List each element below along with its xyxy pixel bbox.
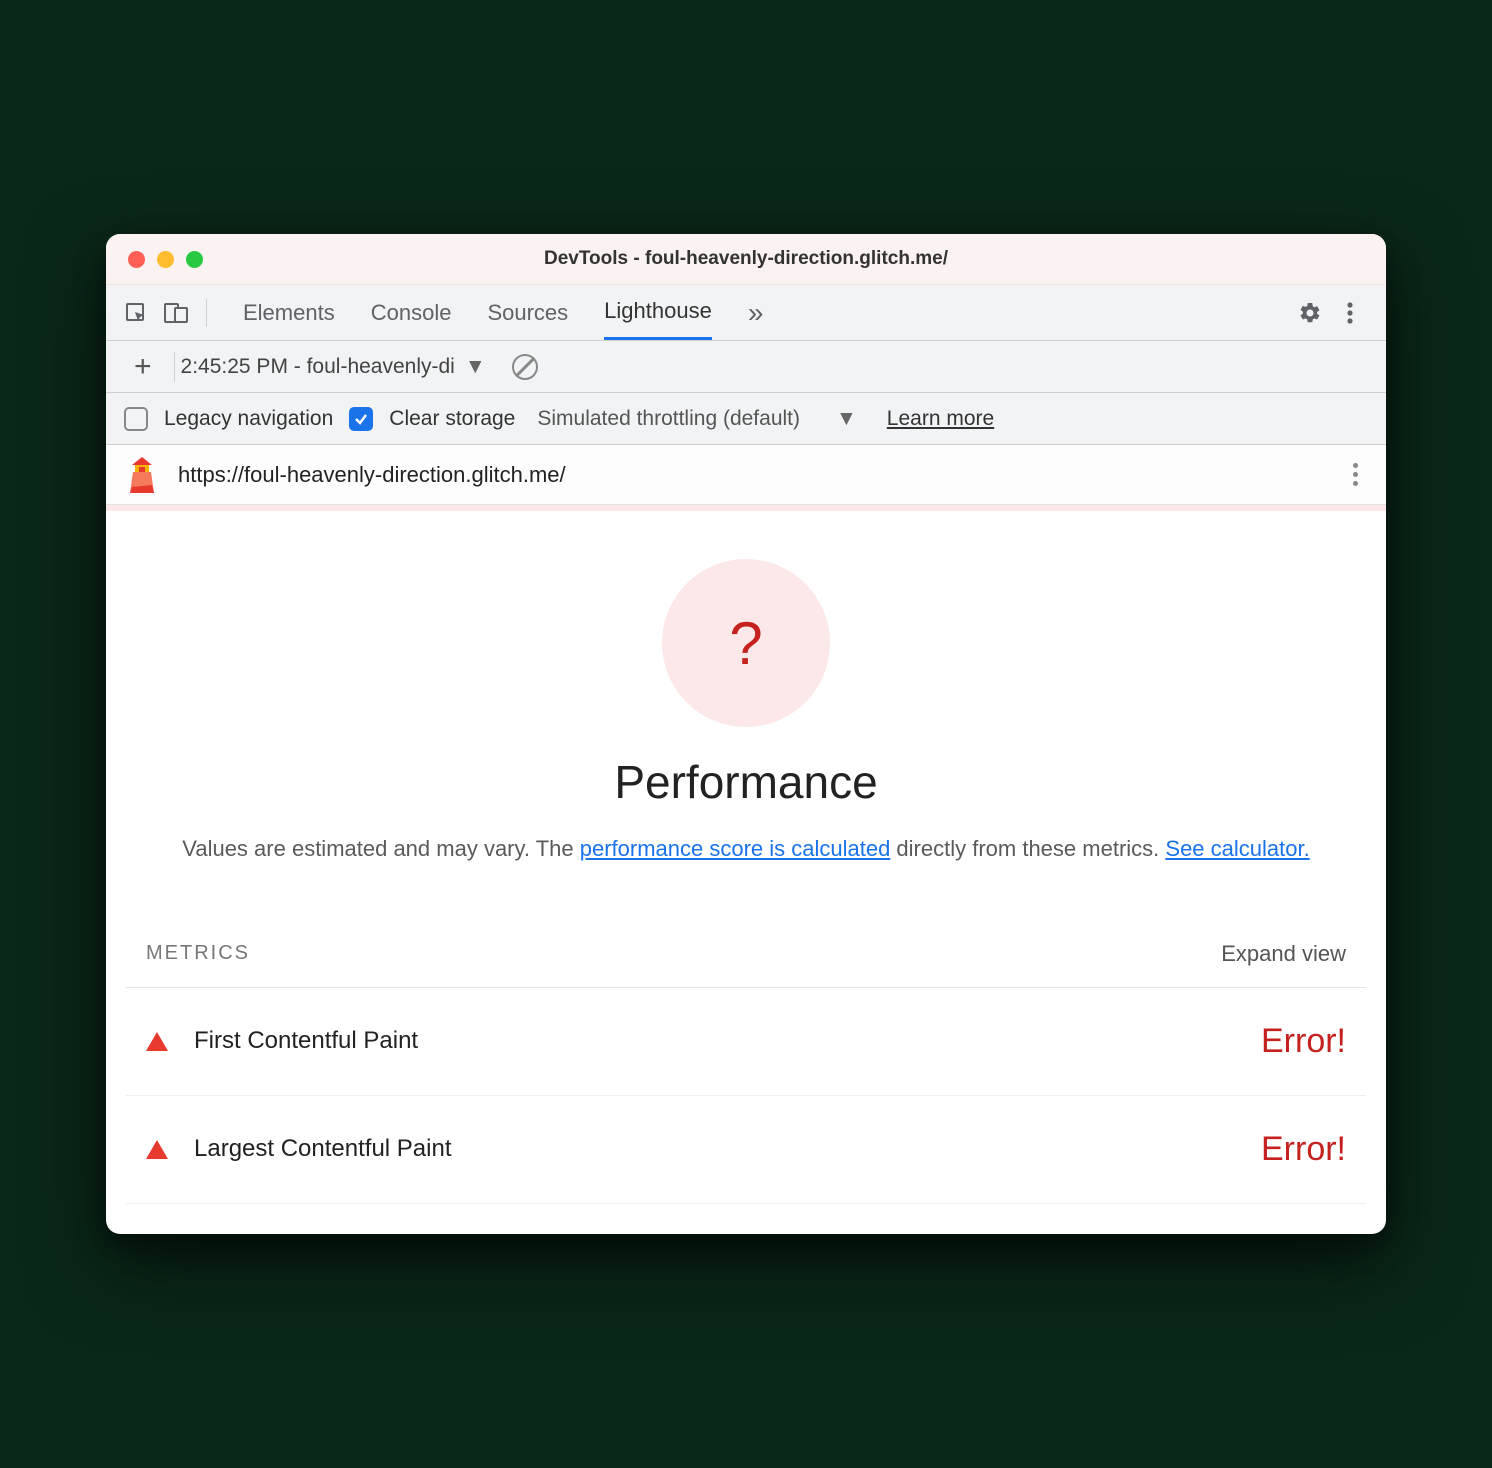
tab-label: Elements [243,300,335,326]
clear-storage-checkbox[interactable] [349,407,373,431]
tab-label: Sources [487,300,568,326]
divider [174,352,175,382]
metric-value: Error! [1261,1022,1346,1061]
lighthouse-toolbar: + 2:45:25 PM - foul-heavenly-di ▼ [106,341,1386,393]
metric-value: Error! [1261,1130,1346,1169]
throttling-label: Simulated throttling (default) [537,407,800,431]
devtools-tabstrip: Elements Console Sources Lighthouse » [106,285,1386,341]
performance-category: ? Performance Values are estimated and m… [106,511,1386,886]
legacy-navigation-label: Legacy navigation [164,407,333,431]
maximize-window-button[interactable] [186,251,203,268]
gauge-value: ? [729,609,762,678]
throttling-dropdown-icon[interactable]: ▼ [836,407,857,431]
performance-score-gauge: ? [662,559,830,727]
device-toolbar-icon[interactable] [156,293,196,333]
tab-lighthouse[interactable]: Lighthouse [604,285,712,340]
category-title: Performance [146,755,1346,809]
new-report-button[interactable]: + [120,350,166,384]
report-selector[interactable]: 2:45:25 PM - foul-heavenly-di ▼ [181,355,486,379]
settings-gear-icon[interactable] [1290,293,1330,333]
tab-label: Console [371,300,452,326]
chevron-down-icon: ▼ [465,355,486,379]
window-title: DevTools - foul-heavenly-direction.glitc… [106,248,1386,270]
lighthouse-report: ? Performance Values are estimated and m… [106,505,1386,1233]
clear-storage-label: Clear storage [389,407,515,431]
minimize-window-button[interactable] [157,251,174,268]
report-url-bar: https://foul-heavenly-direction.glitch.m… [106,445,1386,505]
panel-tabs: Elements Console Sources Lighthouse [243,285,712,340]
tab-sources[interactable]: Sources [487,285,568,340]
report-selector-label: 2:45:25 PM - foul-heavenly-di [181,355,455,379]
metrics-header: METRICS Expand view [126,887,1366,988]
report-menu-button[interactable] [1345,455,1366,494]
tab-label: Lighthouse [604,298,712,324]
inspect-element-icon[interactable] [116,293,156,333]
desc-text: Values are estimated and may vary. The [182,836,579,861]
tab-console[interactable]: Console [371,285,452,340]
metrics-section-label: METRICS [146,942,250,965]
metric-name: First Contentful Paint [194,1027,418,1055]
see-calculator-link[interactable]: See calculator. [1165,836,1309,861]
metric-row[interactable]: Largest Contentful Paint Error! [126,1096,1366,1204]
titlebar: DevTools - foul-heavenly-direction.glitc… [106,234,1386,285]
divider [206,299,207,327]
devtools-window: DevTools - foul-heavenly-direction.glitc… [106,234,1386,1233]
error-triangle-icon [146,1140,168,1159]
tab-elements[interactable]: Elements [243,285,335,340]
traffic-lights [106,251,203,268]
more-options-icon[interactable] [1330,293,1370,333]
lighthouse-icon [126,457,158,493]
learn-more-link[interactable]: Learn more [887,407,994,431]
error-triangle-icon [146,1032,168,1051]
performance-score-link[interactable]: performance score is calculated [580,836,891,861]
clear-all-icon[interactable] [512,354,538,380]
close-window-button[interactable] [128,251,145,268]
category-description: Values are estimated and may vary. The p… [146,831,1346,866]
report-url: https://foul-heavenly-direction.glitch.m… [178,462,566,488]
lighthouse-options: Legacy navigation Clear storage Simulate… [106,393,1386,445]
legacy-navigation-checkbox[interactable] [124,407,148,431]
expand-view-toggle[interactable]: Expand view [1221,941,1346,967]
more-tabs-button[interactable]: » [748,297,764,329]
metric-row[interactable]: First Contentful Paint Error! [126,988,1366,1096]
metric-name: Largest Contentful Paint [194,1135,452,1163]
desc-text: directly from these metrics. [890,836,1165,861]
